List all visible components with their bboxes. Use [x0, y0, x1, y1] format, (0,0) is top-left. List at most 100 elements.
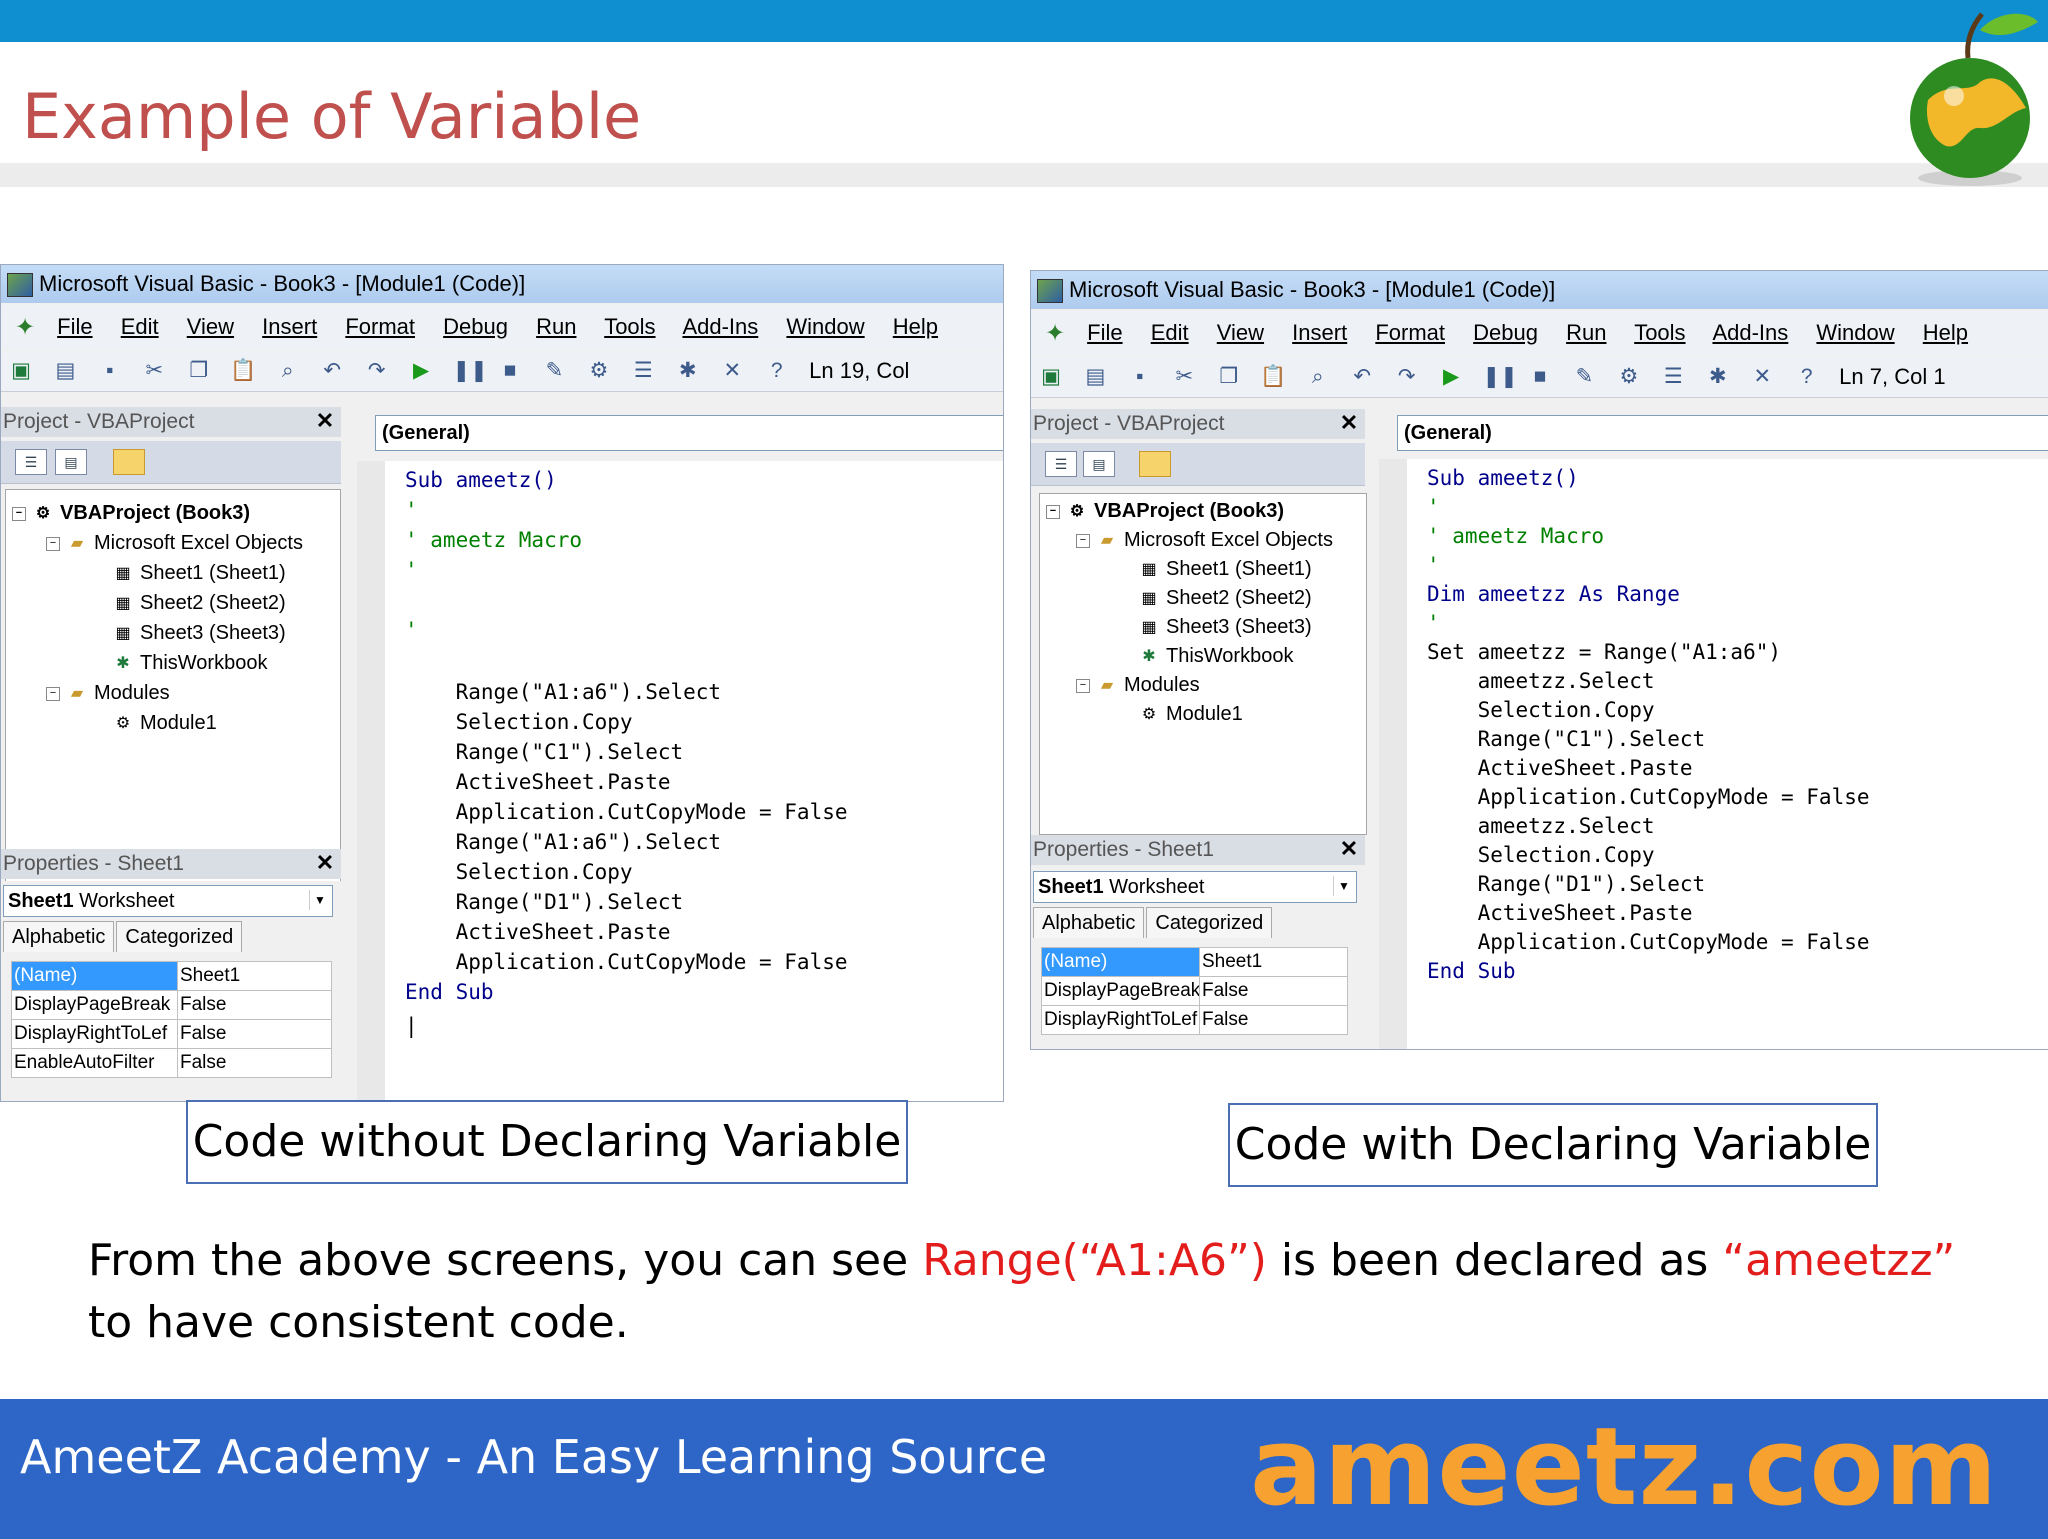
menu-help[interactable]: Help — [1923, 320, 1968, 345]
copy-icon[interactable]: ❐ — [1216, 364, 1242, 390]
tree-modules-folder[interactable]: − ▰ Modules — [1076, 672, 1200, 698]
property-name[interactable]: DisplayRightToLef — [1041, 1005, 1200, 1035]
menu-view[interactable]: View — [187, 314, 234, 339]
tree-sheet3[interactable]: ▦ Sheet3 (Sheet3) — [112, 620, 285, 646]
menu-edit[interactable]: Edit — [1151, 320, 1189, 345]
chevron-down-icon[interactable]: ▼ — [309, 890, 330, 910]
menu-window[interactable]: Window — [1816, 320, 1894, 345]
menu-insert[interactable]: Insert — [262, 314, 317, 339]
property-name[interactable]: DisplayPageBreak — [11, 990, 178, 1020]
insert-userform-icon[interactable]: ▤ — [1082, 364, 1108, 390]
close-icon[interactable]: ✕ — [1337, 837, 1361, 861]
code-editor[interactable]: Sub ameetz() ' ' ameetz Macro ' ' Range(… — [357, 461, 1003, 1101]
property-name[interactable]: EnableAutoFilter — [11, 1048, 178, 1078]
menu-tools[interactable]: Tools — [604, 314, 655, 339]
break-icon[interactable]: ❚❚ — [453, 358, 488, 384]
menu-window[interactable]: Window — [786, 314, 864, 339]
design-mode-icon[interactable]: ✎ — [1571, 364, 1597, 390]
project-explorer-icon[interactable]: ⚙ — [586, 358, 612, 384]
toolbox-icon[interactable]: ✕ — [719, 358, 745, 384]
close-icon[interactable]: ✕ — [1337, 411, 1361, 435]
menu-tools[interactable]: Tools — [1634, 320, 1685, 345]
excel-menu-icon[interactable]: ✦ — [15, 315, 41, 341]
tab-alphabetic[interactable]: Alphabetic — [3, 921, 115, 952]
project-explorer-icon[interactable]: ⚙ — [1616, 364, 1642, 390]
menu-run[interactable]: Run — [536, 314, 576, 339]
excel-menu-icon[interactable]: ✦ — [1045, 321, 1071, 347]
toggle-folders-icon[interactable] — [113, 449, 145, 475]
object-combo[interactable]: Sheet1 Worksheet ▼ — [3, 885, 333, 917]
undo-icon[interactable]: ↶ — [319, 358, 345, 384]
code-editor[interactable]: Sub ameetz() ' ' ameetz Macro ' Dim amee… — [1379, 459, 2048, 1049]
help-icon[interactable]: ? — [764, 358, 790, 384]
menu-help[interactable]: Help — [893, 314, 938, 339]
toolbox-icon[interactable]: ✕ — [1749, 364, 1775, 390]
menu-file[interactable]: File — [1087, 320, 1122, 345]
menu-edit[interactable]: Edit — [121, 314, 159, 339]
collapse-icon[interactable]: − — [1046, 504, 1060, 519]
property-value[interactable]: False — [177, 990, 332, 1020]
property-row[interactable]: EnableAutoFilter False — [11, 1048, 332, 1078]
view-excel-icon[interactable]: ▣ — [8, 358, 34, 384]
tree-module1[interactable]: ⚙ Module1 — [1138, 701, 1243, 727]
cut-icon[interactable]: ✂ — [1171, 364, 1197, 390]
menu-format[interactable]: Format — [1375, 320, 1445, 345]
tree-objects-folder[interactable]: − ▰ Microsoft Excel Objects — [46, 530, 303, 556]
menu-view[interactable]: View — [1217, 320, 1264, 345]
view-excel-icon[interactable]: ▣ — [1038, 364, 1064, 390]
insert-userform-icon[interactable]: ▤ — [52, 358, 78, 384]
property-row[interactable]: (Name) Sheet1 — [1041, 947, 1348, 977]
collapse-icon[interactable]: − — [46, 536, 60, 551]
object-browser-icon[interactable]: ✱ — [1705, 364, 1731, 390]
general-combo[interactable]: (General) — [1397, 415, 2048, 451]
menu-insert[interactable]: Insert — [1292, 320, 1347, 345]
collapse-icon[interactable]: − — [12, 506, 26, 521]
menu-run[interactable]: Run — [1566, 320, 1606, 345]
tree-sheet1[interactable]: ▦ Sheet1 (Sheet1) — [1138, 556, 1311, 582]
break-icon[interactable]: ❚❚ — [1483, 364, 1518, 390]
save-icon[interactable]: ▪ — [1127, 364, 1153, 390]
tree-sheet2[interactable]: ▦ Sheet2 (Sheet2) — [1138, 585, 1311, 611]
general-combo[interactable]: (General) — [375, 415, 1003, 451]
view-code-icon[interactable]: ☰ — [15, 449, 47, 475]
property-row[interactable]: DisplayPageBreak False — [11, 990, 332, 1020]
close-icon[interactable]: ✕ — [313, 851, 337, 875]
run-icon[interactable]: ▶ — [1438, 364, 1464, 390]
tree-workbook[interactable]: ✱ ThisWorkbook — [112, 650, 267, 676]
redo-icon[interactable]: ↷ — [1394, 364, 1420, 390]
property-row[interactable]: DisplayRightToLef False — [11, 1019, 332, 1049]
property-value[interactable]: Sheet1 — [177, 961, 332, 991]
reset-icon[interactable]: ■ — [1527, 364, 1553, 390]
toggle-folders-icon[interactable] — [1139, 451, 1171, 477]
property-row[interactable]: (Name) Sheet1 — [11, 961, 332, 991]
help-icon[interactable]: ? — [1794, 364, 1820, 390]
undo-icon[interactable]: ↶ — [1349, 364, 1375, 390]
reset-icon[interactable]: ■ — [497, 358, 523, 384]
chevron-down-icon[interactable]: ▼ — [1333, 876, 1354, 896]
menu-file[interactable]: File — [57, 314, 92, 339]
property-value[interactable]: Sheet1 — [1199, 947, 1348, 977]
collapse-icon[interactable]: − — [46, 686, 60, 701]
tree-modules-folder[interactable]: − ▰ Modules — [46, 680, 170, 706]
view-object-icon[interactable]: ▤ — [1083, 451, 1115, 477]
paste-icon[interactable]: 📋 — [230, 358, 256, 384]
find-icon[interactable]: ⌕ — [275, 358, 301, 384]
property-row[interactable]: DisplayPageBreak False — [1041, 976, 1348, 1006]
tab-categorized[interactable]: Categorized — [116, 921, 243, 952]
run-icon[interactable]: ▶ — [408, 358, 434, 384]
find-icon[interactable]: ⌕ — [1305, 364, 1331, 390]
tree-module1[interactable]: ⚙ Module1 — [112, 710, 217, 736]
property-name[interactable]: DisplayPageBreak — [1041, 976, 1200, 1006]
collapse-icon[interactable]: − — [1076, 533, 1090, 548]
design-mode-icon[interactable]: ✎ — [541, 358, 567, 384]
collapse-icon[interactable]: − — [1076, 678, 1090, 693]
tab-categorized[interactable]: Categorized — [1146, 907, 1273, 938]
tab-alphabetic[interactable]: Alphabetic — [1033, 907, 1145, 938]
menu-format[interactable]: Format — [345, 314, 415, 339]
property-value[interactable]: False — [1199, 976, 1348, 1006]
tree-root[interactable]: − ⚙ VBAProject (Book3) — [1046, 498, 1284, 524]
property-value[interactable]: False — [177, 1048, 332, 1078]
view-code-icon[interactable]: ☰ — [1045, 451, 1077, 477]
close-icon[interactable]: ✕ — [313, 409, 337, 433]
paste-icon[interactable]: 📋 — [1260, 364, 1286, 390]
